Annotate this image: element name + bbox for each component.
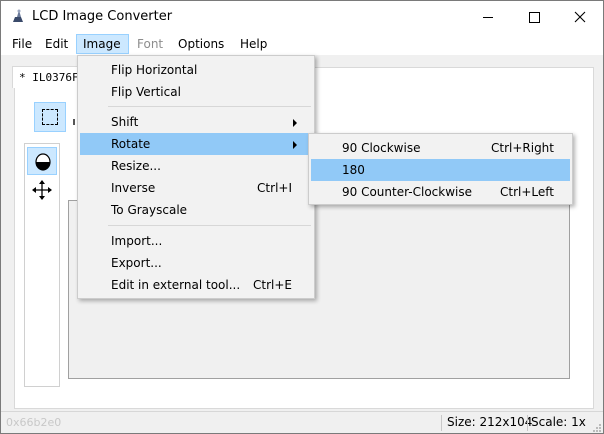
menu-item-export[interactable]: Export...: [80, 252, 312, 274]
minimize-button[interactable]: [465, 1, 511, 33]
menu-shortcut: Ctrl+E: [253, 278, 292, 292]
menu-image[interactable]: Image: [76, 34, 129, 54]
pen-tool-button[interactable]: [27, 147, 57, 175]
menu-separator: [108, 106, 311, 107]
menu-edit[interactable]: Edit: [39, 34, 74, 54]
status-separator: [527, 415, 528, 431]
close-button[interactable]: [557, 1, 603, 33]
title-bar: LCD Image Converter: [1, 1, 603, 33]
resize-grip-icon[interactable]: [591, 422, 601, 432]
select-tool-button[interactable]: [34, 102, 66, 132]
app-icon: [10, 8, 26, 24]
menu-item-edit-external[interactable]: Edit in external tool... Ctrl+E: [80, 274, 312, 296]
menu-item-label: 180: [342, 163, 365, 177]
menu-item-shift[interactable]: Shift: [80, 111, 312, 133]
menu-file[interactable]: File: [6, 34, 38, 54]
menu-item-import[interactable]: Import...: [80, 230, 312, 252]
menu-item-rotate-180[interactable]: 180: [311, 159, 570, 181]
menu-item-to-grayscale[interactable]: To Grayscale: [80, 199, 312, 221]
menu-item-resize[interactable]: Resize...: [80, 155, 312, 177]
menu-item-flip-vertical[interactable]: Flip Vertical: [80, 81, 312, 103]
document-tab[interactable]: * IL0376F: [12, 66, 87, 88]
menu-item-label: Shift: [111, 115, 139, 129]
close-icon: [574, 11, 586, 23]
menu-item-label: Import...: [111, 234, 163, 248]
menu-item-label: Inverse: [111, 181, 156, 195]
menu-item-inverse[interactable]: Inverse Ctrl+I: [80, 177, 312, 199]
menu-font[interactable]: Font: [131, 34, 169, 54]
submenu-arrow-icon: [293, 141, 297, 149]
menu-options[interactable]: Options: [172, 34, 230, 54]
menu-item-label: 90 Counter-Clockwise: [342, 185, 472, 199]
move-tool-icon: [32, 180, 52, 200]
status-size: Size: 212x104: [447, 415, 533, 429]
menu-item-label: Export...: [111, 256, 162, 270]
menu-shortcut: Ctrl+I: [257, 181, 292, 195]
pen-tool-icon: [35, 153, 51, 171]
menu-help[interactable]: Help: [234, 34, 273, 54]
window-title: LCD Image Converter: [32, 9, 173, 24]
move-tool-button[interactable]: [27, 177, 57, 205]
menu-item-label: 90 Clockwise: [342, 141, 421, 155]
status-bar: 0x66b2e0 Size: 212x104 Scale: 1x: [1, 411, 603, 433]
app-window: LCD Image Converter File Edit Image Font…: [0, 0, 604, 434]
menu-item-label: Rotate: [111, 137, 151, 151]
menu-item-flip-horizontal[interactable]: Flip Horizontal: [80, 59, 312, 81]
menu-item-label: To Grayscale: [111, 203, 188, 217]
menu-shortcut: Ctrl+Right: [490, 141, 554, 155]
submenu-arrow-icon: [293, 119, 297, 127]
menu-item-label: Edit in external tool...: [111, 278, 241, 292]
menu-separator: [108, 225, 311, 226]
menu-shortcut: Ctrl+Left: [500, 185, 554, 199]
menu-item-rotate-90-cw[interactable]: 90 Clockwise Ctrl+Right: [311, 137, 570, 159]
menu-item-rotate[interactable]: Rotate: [80, 133, 312, 155]
tool-panel: [24, 143, 60, 387]
menu-item-label: Flip Vertical: [111, 85, 181, 99]
status-color-value: 0x66b2e0: [6, 416, 62, 429]
image-menu: Flip Horizontal Flip Vertical Shift Rota…: [77, 55, 315, 299]
menu-bar: File Edit Image Font Options Help: [1, 33, 603, 55]
status-scale: Scale: 1x: [531, 415, 586, 429]
toolbar-option-icon: [73, 119, 75, 125]
menu-item-rotate-90-ccw[interactable]: 90 Counter-Clockwise Ctrl+Left: [311, 181, 570, 203]
menu-item-label: Flip Horizontal: [111, 63, 198, 77]
menu-item-label: Resize...: [111, 159, 161, 173]
status-separator: [441, 415, 442, 431]
maximize-button[interactable]: [511, 1, 557, 33]
rotate-submenu: 90 Clockwise Ctrl+Right 180 90 Counter-C…: [308, 133, 573, 205]
